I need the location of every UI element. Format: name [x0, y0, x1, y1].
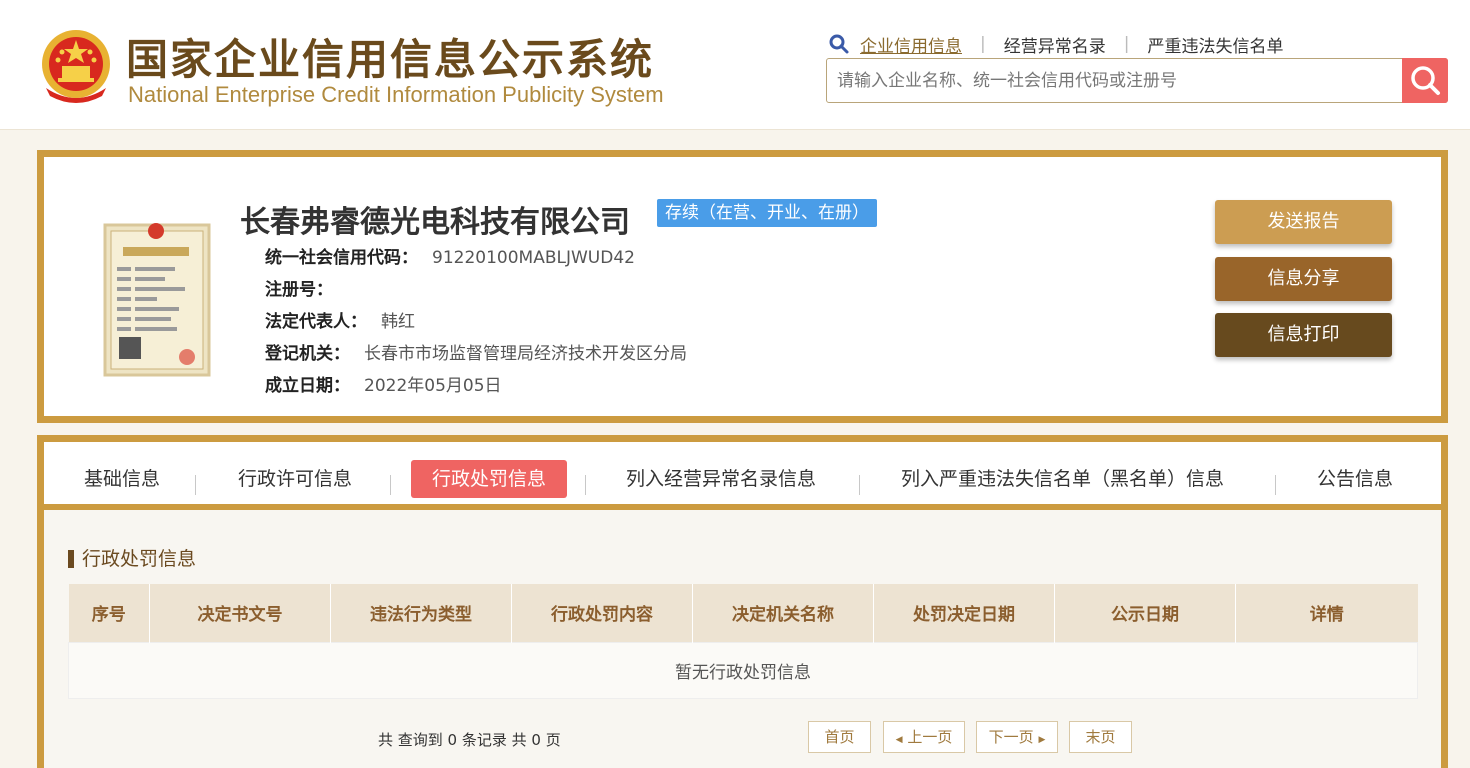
search-button[interactable]: [1402, 58, 1448, 103]
nav-divider: |: [1123, 34, 1130, 54]
first-page-button[interactable]: 首页: [808, 721, 871, 753]
prev-page-button[interactable]: ◀ 上一页: [883, 721, 965, 753]
table-header-row: 序号 决定书文号 违法行为类型 行政处罚内容 决定机关名称 处罚决定日期 公示日…: [68, 584, 1418, 642]
column-header: 公示日期: [1054, 584, 1236, 642]
authority-row: 登记机关： 长春市市场监督管理局经济技术开发区分局: [265, 339, 687, 364]
established-label: 成立日期：: [265, 376, 350, 396]
established-row: 成立日期： 2022年05月05日: [265, 371, 502, 396]
tab-divider: [859, 475, 860, 495]
tab-bar: 基础信息 行政许可信息 行政处罚信息 列入经营异常名录信息 列入严重违法失信名单…: [44, 442, 1441, 510]
site-title: 国家企业信用信息公示系统: [126, 35, 655, 84]
magnifier-icon: [829, 34, 849, 54]
column-header: 决定机关名称: [692, 584, 874, 642]
column-header: 处罚决定日期: [873, 584, 1055, 642]
next-page-label: 下一页: [988, 728, 1034, 746]
column-header: 详情: [1235, 584, 1418, 642]
site-title-en: National Enterprise Credit Information P…: [128, 82, 664, 107]
column-header: 序号: [68, 584, 150, 642]
legal-rep-value: 韩红: [381, 312, 415, 332]
credit-code-value: 91220100MABLJWUD42: [432, 248, 635, 268]
search-bar: [826, 58, 1448, 103]
tab-divider: [195, 475, 196, 495]
nav-divider: |: [980, 34, 986, 54]
legal-rep-row: 法定代表人： 韩红: [265, 307, 415, 332]
chevron-right-icon: ▶: [1038, 735, 1046, 745]
national-emblem-icon: [42, 30, 110, 103]
print-button[interactable]: 信息打印: [1215, 313, 1392, 357]
penalty-table: 序号 决定书文号 违法行为类型 行政处罚内容 决定机关名称 处罚决定日期 公示日…: [68, 584, 1418, 699]
credit-code-row: 统一社会信用代码： 91220100MABLJWUD42: [265, 243, 635, 268]
tab-divider: [390, 475, 391, 495]
column-header: 决定书文号: [149, 584, 331, 642]
nav-enterprise-credit[interactable]: 企业信用信息: [860, 32, 962, 57]
credit-code-label: 统一社会信用代码：: [265, 248, 418, 268]
legal-rep-label: 法定代表人：: [265, 312, 367, 332]
authority-value: 长春市市场监督管理局经济技术开发区分局: [364, 344, 687, 364]
tab-abnormal-list[interactable]: 列入经营异常名录信息: [616, 460, 826, 498]
site-header: 国家企业信用信息公示系统 National Enterprise Credit …: [0, 0, 1470, 130]
chevron-left-icon: ◀: [895, 735, 903, 745]
table-row: 暂无行政处罚信息: [68, 641, 1418, 699]
last-page-button[interactable]: 末页: [1069, 721, 1132, 753]
nav-abnormal-list[interactable]: 经营异常名录: [1004, 32, 1106, 57]
info-panel: 基础信息 行政许可信息 行政处罚信息 列入经营异常名录信息 列入严重违法失信名单…: [37, 435, 1448, 768]
tab-admin-license[interactable]: 行政许可信息: [228, 460, 362, 498]
established-value: 2022年05月05日: [364, 376, 502, 396]
reg-no-row: 注册号：: [265, 275, 347, 300]
next-page-button[interactable]: 下一页 ▶: [976, 721, 1058, 753]
prev-page-label: 上一页: [907, 728, 953, 746]
tab-admin-penalty[interactable]: 行政处罚信息: [411, 460, 568, 498]
status-badge: 存续（在营、开业、在册）: [657, 199, 877, 227]
top-nav: 企业信用信息 | 经营异常名录 | 严重违法失信名单: [828, 32, 1283, 57]
column-header: 行政处罚内容: [511, 584, 693, 642]
tab-divider: [1275, 475, 1276, 495]
tab-basic-info[interactable]: 基础信息: [74, 460, 170, 498]
reg-no-label: 注册号：: [265, 280, 333, 300]
send-report-button[interactable]: 发送报告: [1215, 200, 1392, 244]
search-input[interactable]: [827, 59, 1399, 102]
column-header: 违法行为类型: [330, 584, 512, 642]
tab-announcements[interactable]: 公告信息: [1307, 460, 1403, 498]
empty-message: 暂无行政处罚信息: [68, 641, 1418, 699]
share-button[interactable]: 信息分享: [1215, 257, 1392, 301]
section-title: 行政处罚信息: [68, 547, 196, 571]
company-card: 长春弗睿德光电科技有限公司 存续（在营、开业、在册） 统一社会信用代码： 9122…: [37, 150, 1448, 423]
nav-blacklist[interactable]: 严重违法失信名单: [1147, 32, 1283, 57]
tab-divider: [585, 475, 586, 495]
authority-label: 登记机关：: [265, 344, 350, 364]
business-license-icon: [103, 223, 211, 377]
company-name: 长春弗睿德光电科技有限公司: [240, 205, 630, 240]
tab-blacklist[interactable]: 列入严重违法失信名单（黑名单）信息: [891, 460, 1234, 498]
pagination-summary: 共 查询到 0 条记录 共 0 页: [378, 731, 561, 749]
magnifier-icon: [1411, 66, 1440, 95]
